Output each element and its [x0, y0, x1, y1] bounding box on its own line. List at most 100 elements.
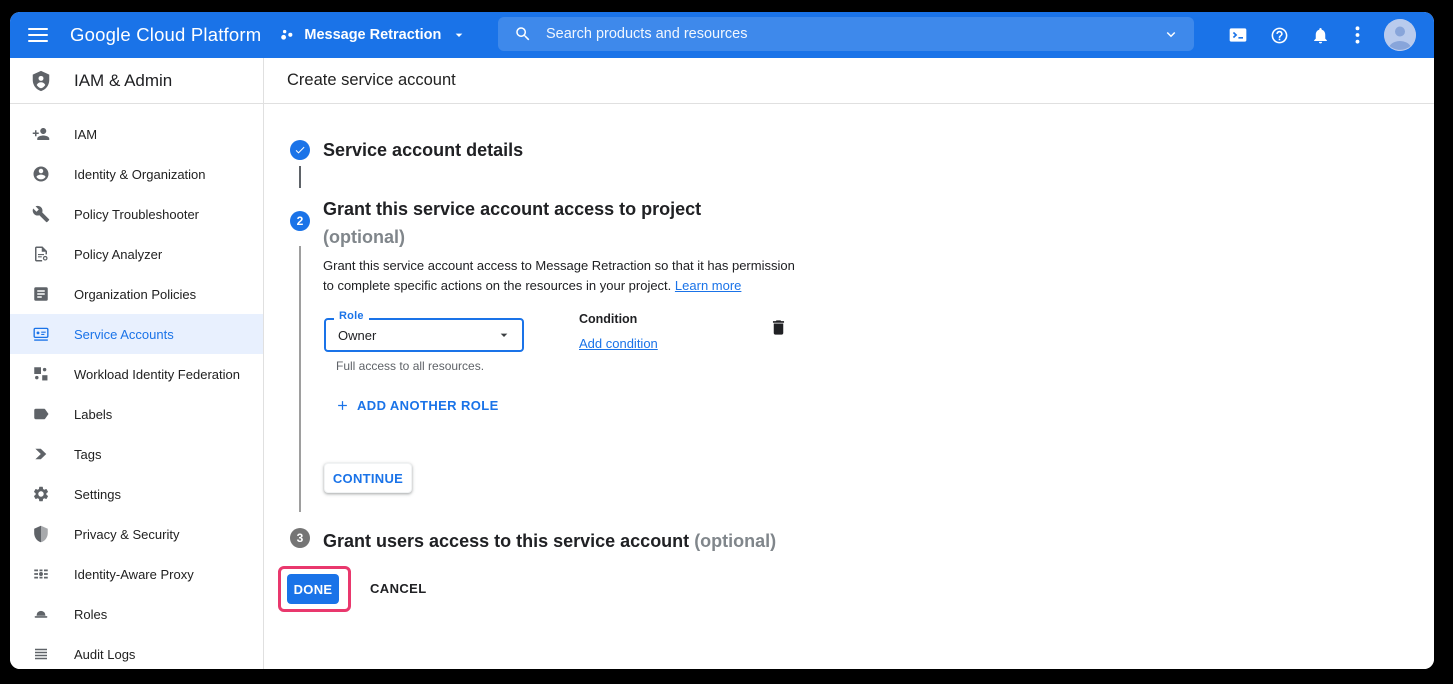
sidebar-item-label: Labels [74, 407, 112, 422]
hat-icon [32, 605, 50, 623]
doc-gear-icon [32, 245, 50, 263]
main-header: Create service account [264, 58, 1434, 104]
step2-description: Grant this service account access to Mes… [323, 256, 823, 296]
step2-number-badge: 2 [290, 211, 310, 231]
more-vert-icon[interactable] [1351, 25, 1363, 45]
sidebar-item-label: Identity & Organization [74, 167, 206, 182]
brand-logo[interactable]: Google Cloud Platform [70, 24, 261, 46]
sidebar-item-settings[interactable]: Settings [10, 474, 263, 514]
description-line1: Grant this service account access to Mes… [323, 258, 795, 273]
proxy-icon [32, 565, 50, 583]
sidebar-item-roles[interactable]: Roles [10, 594, 263, 634]
sidebar-item-identity-organization[interactable]: Identity & Organization [10, 154, 263, 194]
chevron-down-icon[interactable] [1162, 25, 1180, 43]
person-add-icon [32, 125, 50, 143]
project-name: Message Retraction [304, 27, 441, 43]
done-button[interactable]: DONE [287, 574, 339, 604]
sidebar-item-label: IAM [74, 127, 97, 142]
add-another-role-label: ADD ANOTHER ROLE [357, 398, 499, 413]
topbar-actions [1207, 12, 1434, 58]
body-row: IAM & Admin IAM Identity & Organization … [10, 58, 1434, 669]
sidebar-item-label: Service Accounts [74, 327, 174, 342]
sidebar-item-identity-aware-proxy[interactable]: Identity-Aware Proxy [10, 554, 263, 594]
plus-icon [335, 398, 350, 413]
main-panel: Create service account Service account d… [264, 58, 1434, 669]
sidebar: IAM & Admin IAM Identity & Organization … [10, 58, 264, 669]
step1-title: Service account details [323, 137, 523, 163]
trash-icon [769, 318, 788, 337]
avatar[interactable] [1384, 19, 1416, 51]
sidebar-item-policy-analyzer[interactable]: Policy Analyzer [10, 234, 263, 274]
sidebar-item-label: Roles [74, 607, 107, 622]
step-connector [299, 166, 301, 188]
role-field-label: Role [334, 310, 369, 322]
step3-number-badge: 3 [290, 528, 310, 548]
sidebar-nav: IAM Identity & Organization Policy Troub… [10, 104, 263, 669]
project-selector[interactable]: Message Retraction [279, 27, 467, 44]
gear-icon [32, 485, 50, 503]
sidebar-item-tags[interactable]: Tags [10, 434, 263, 474]
iam-admin-shield-icon [30, 70, 52, 92]
step1-check-icon [290, 140, 310, 160]
shield-icon [32, 525, 50, 543]
sidebar-item-iam[interactable]: IAM [10, 114, 263, 154]
step2-title-text: Grant this service account access to pro… [323, 199, 701, 219]
step2-title: Grant this service account access to pro… [323, 195, 701, 251]
step3-title-text: Grant users access to this service accou… [323, 531, 689, 551]
role-dropdown[interactable]: Owner [324, 318, 524, 352]
label-icon [32, 405, 50, 423]
workload-identity-icon [32, 365, 50, 383]
dropdown-arrow-icon [496, 327, 512, 343]
learn-more-link[interactable]: Learn more [675, 278, 741, 293]
list-icon [32, 645, 50, 663]
add-condition-link[interactable]: Add condition [579, 336, 658, 351]
app-window: Google Cloud Platform Message Retraction… [10, 12, 1434, 669]
menu-icon[interactable] [28, 28, 48, 42]
add-another-role-button[interactable]: ADD ANOTHER ROLE [335, 398, 499, 413]
chevron-down-icon [451, 27, 467, 43]
sidebar-item-service-accounts[interactable]: Service Accounts [10, 314, 263, 354]
step2-optional-label: (optional) [323, 227, 405, 247]
sidebar-item-label: Workload Identity Federation [74, 367, 240, 382]
page-title: Create service account [287, 71, 456, 90]
sidebar-item-audit-logs[interactable]: Audit Logs [10, 634, 263, 669]
sidebar-item-organization-policies[interactable]: Organization Policies [10, 274, 263, 314]
sidebar-item-label: Policy Troubleshooter [74, 207, 199, 222]
step3-optional-label: (optional) [694, 531, 776, 551]
sidebar-item-label: Audit Logs [74, 647, 135, 662]
sidebar-item-label: Settings [74, 487, 121, 502]
sidebar-item-label: Identity-Aware Proxy [74, 567, 194, 582]
continue-button[interactable]: CONTINUE [324, 463, 412, 493]
sidebar-item-label: Policy Analyzer [74, 247, 162, 262]
search-bar[interactable]: Search products and resources [498, 17, 1194, 51]
role-helper-text: Full access to all resources. [336, 359, 484, 373]
sidebar-item-policy-troubleshooter[interactable]: Policy Troubleshooter [10, 194, 263, 234]
help-icon[interactable] [1269, 25, 1289, 45]
step-connector [299, 246, 301, 512]
project-icon [279, 27, 296, 44]
role-value: Owner [338, 328, 496, 343]
sidebar-item-label: Organization Policies [74, 287, 196, 302]
wizard-content: Service account details 2 Grant this ser… [264, 104, 1434, 669]
sidebar-item-workload-identity-federation[interactable]: Workload Identity Federation [10, 354, 263, 394]
sidebar-item-label: Tags [74, 447, 101, 462]
step3-title: Grant users access to this service accou… [323, 528, 776, 554]
sidebar-header-label: IAM & Admin [74, 71, 172, 91]
sidebar-item-label: Privacy & Security [74, 527, 179, 542]
delete-role-button[interactable] [769, 318, 788, 340]
document-icon [32, 285, 50, 303]
notifications-icon[interactable] [1310, 25, 1330, 45]
condition-label: Condition [579, 312, 637, 326]
description-line2: to complete specific actions on the reso… [323, 278, 671, 293]
search-placeholder: Search products and resources [546, 26, 1162, 42]
search-icon [514, 25, 532, 43]
sidebar-item-labels[interactable]: Labels [10, 394, 263, 434]
cloud-shell-icon[interactable] [1228, 25, 1248, 45]
account-circle-icon [32, 165, 50, 183]
cancel-button[interactable]: CANCEL [370, 581, 427, 596]
sidebar-header: IAM & Admin [10, 58, 263, 104]
screenshot-frame: Google Cloud Platform Message Retraction… [0, 0, 1453, 684]
wrench-icon [32, 205, 50, 223]
sidebar-item-privacy-security[interactable]: Privacy & Security [10, 514, 263, 554]
tag-icon [32, 445, 50, 463]
